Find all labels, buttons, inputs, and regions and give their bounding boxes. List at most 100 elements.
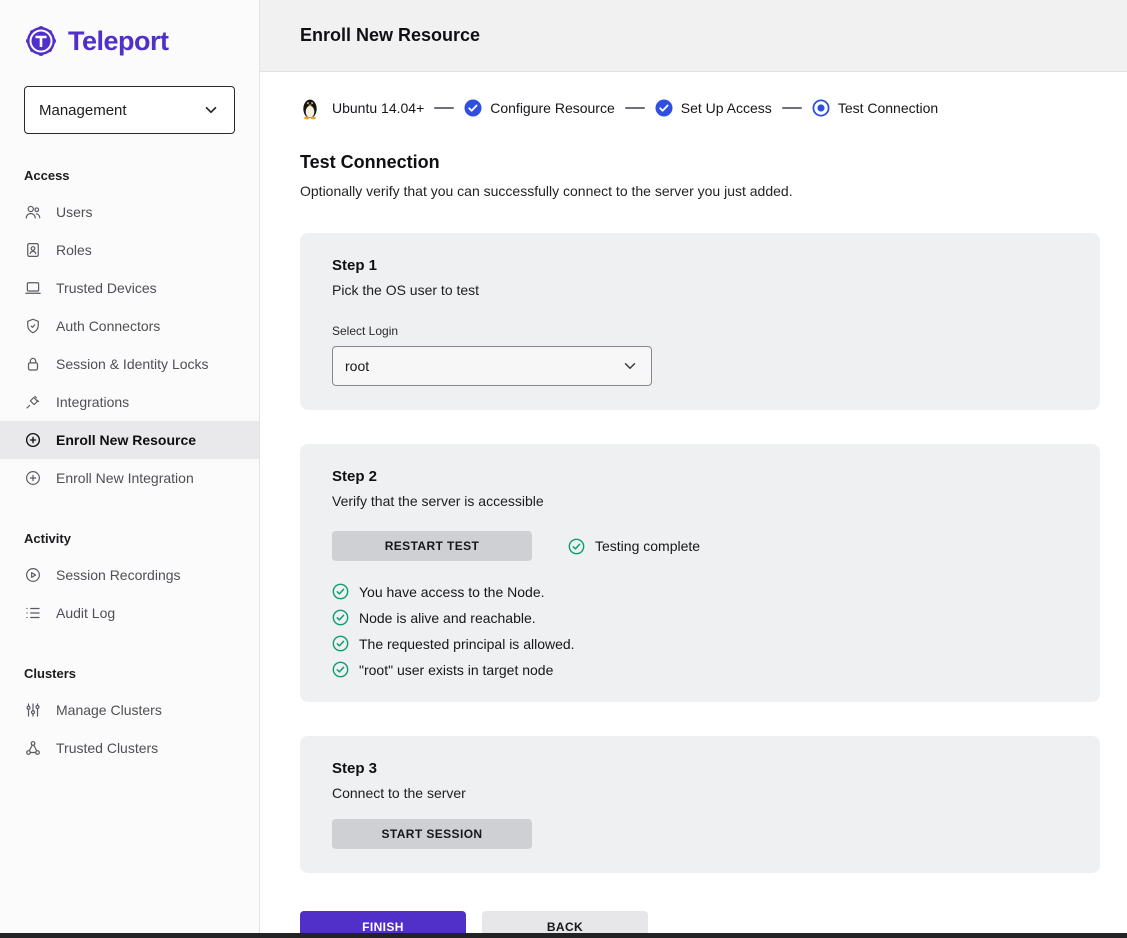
sidebar-item-roles[interactable]: Roles (0, 231, 259, 269)
sidebar-item-label: Session & Identity Locks (56, 356, 209, 372)
restart-test-button[interactable]: RESTART TEST (332, 531, 532, 561)
sidebar-item-manage-clusters[interactable]: Manage Clusters (0, 691, 259, 729)
login-select[interactable]: root (332, 346, 652, 386)
stepper-step-label: Test Connection (838, 100, 938, 116)
sidebar-item-trusted-devices[interactable]: Trusted Devices (0, 269, 259, 307)
bottom-edge-bar (0, 933, 1127, 938)
roles-icon (24, 241, 42, 259)
test-check-item: "root" user exists in target node (332, 661, 1068, 678)
sidebar-item-label: Trusted Clusters (56, 740, 158, 756)
workspace-selector-value: Management (39, 102, 127, 119)
stepper-step-test-connection: Test Connection (812, 99, 938, 117)
success-check-icon (332, 661, 349, 678)
step1-title: Step 1 (332, 257, 1068, 274)
teleport-logo-text: Teleport (68, 26, 169, 57)
success-check-icon (332, 609, 349, 626)
sidebar-item-label: Audit Log (56, 605, 115, 621)
app-window: Teleport Management Access Users Roles T… (0, 0, 1127, 938)
sidebar-section-access: Access (0, 134, 259, 193)
sidebar-item-enroll-new-resource[interactable]: Enroll New Resource (0, 421, 259, 459)
testing-complete-status: Testing complete (568, 538, 700, 555)
enroll-stepper: Ubuntu 14.04+ Configure Resource Set Up … (260, 72, 1127, 126)
test-check-label: Node is alive and reachable. (359, 610, 536, 626)
plug-icon (24, 393, 42, 411)
content-title: Test Connection (300, 152, 1087, 173)
step-active-bullseye-icon (812, 99, 830, 117)
page-header: Enroll New Resource (260, 0, 1127, 72)
sidebar-item-auth-connectors[interactable]: Auth Connectors (0, 307, 259, 345)
success-check-icon (332, 583, 349, 600)
lock-icon (24, 355, 42, 373)
users-icon (24, 203, 42, 221)
chevron-down-icon (621, 357, 639, 375)
stepper-resource-label: Ubuntu 14.04+ (332, 100, 424, 116)
step1-description: Pick the OS user to test (332, 282, 1068, 298)
login-select-value: root (345, 358, 369, 374)
sidebar-section-clusters: Clusters (0, 632, 259, 691)
step3-card: Step 3 Connect to the server START SESSI… (300, 736, 1100, 873)
sidebar-item-label: Auth Connectors (56, 318, 160, 334)
sidebar-item-label: Roles (56, 242, 92, 258)
chevron-down-icon (202, 101, 220, 119)
success-check-icon (568, 538, 585, 555)
sidebar-item-label: Users (56, 204, 93, 220)
sidebar-item-session-recordings[interactable]: Session Recordings (0, 556, 259, 594)
stepper-step-set-up-access: Set Up Access (655, 99, 772, 117)
test-check-list: You have access to the Node. Node is ali… (332, 583, 1068, 678)
sidebar-item-integrations[interactable]: Integrations (0, 383, 259, 421)
laptop-icon (24, 279, 42, 297)
test-connection-content: Test Connection Optionally verify that y… (260, 126, 1127, 938)
sidebar-item-label: Enroll New Integration (56, 470, 194, 486)
test-check-label: You have access to the Node. (359, 584, 545, 600)
stepper-connector (625, 107, 645, 109)
stepper-connector (782, 107, 802, 109)
sidebar-item-audit-log[interactable]: Audit Log (0, 594, 259, 632)
sidebar: Teleport Management Access Users Roles T… (0, 0, 260, 938)
step1-card: Step 1 Pick the OS user to test Select L… (300, 233, 1100, 410)
test-check-label: The requested principal is allowed. (359, 636, 575, 652)
sidebar-item-label: Manage Clusters (56, 702, 162, 718)
sidebar-section-activity: Activity (0, 497, 259, 556)
stepper-step-label: Configure Resource (490, 100, 615, 116)
stepper-step-label: Set Up Access (681, 100, 772, 116)
test-check-label: "root" user exists in target node (359, 662, 553, 678)
teleport-logo-icon (24, 24, 58, 58)
play-circle-icon (24, 566, 42, 584)
page-title: Enroll New Resource (300, 25, 480, 46)
test-check-item: Node is alive and reachable. (332, 609, 1068, 626)
step-done-check-icon (655, 99, 673, 117)
shield-icon (24, 317, 42, 335)
step3-title: Step 3 (332, 760, 1068, 777)
step2-card: Step 2 Verify that the server is accessi… (300, 444, 1100, 702)
step2-title: Step 2 (332, 468, 1068, 485)
start-session-button[interactable]: START SESSION (332, 819, 532, 849)
select-login-label: Select Login (332, 324, 1068, 338)
workspace-selector[interactable]: Management (24, 86, 235, 134)
sidebar-item-session-identity-locks[interactable]: Session & Identity Locks (0, 345, 259, 383)
success-check-icon (332, 635, 349, 652)
sidebar-item-label: Integrations (56, 394, 129, 410)
stepper-connector (434, 107, 454, 109)
step2-description: Verify that the server is accessible (332, 493, 1068, 509)
test-check-item: You have access to the Node. (332, 583, 1068, 600)
plus-circle-icon (24, 469, 42, 487)
sidebar-item-label: Session Recordings (56, 567, 181, 583)
sidebar-item-label: Trusted Devices (56, 280, 157, 296)
step-done-check-icon (464, 99, 482, 117)
sidebar-item-users[interactable]: Users (0, 193, 259, 231)
sidebar-item-trusted-clusters[interactable]: Trusted Clusters (0, 729, 259, 767)
stepper-step-configure-resource: Configure Resource (464, 99, 615, 117)
list-icon (24, 604, 42, 622)
sidebar-item-enroll-new-integration[interactable]: Enroll New Integration (0, 459, 259, 497)
teleport-logo[interactable]: Teleport (0, 20, 259, 68)
linux-penguin-icon (300, 96, 320, 120)
content-subtitle: Optionally verify that you can successfu… (300, 183, 1087, 199)
main-panel: Enroll New Resource Ubuntu 14.04+ (260, 0, 1127, 938)
sidebar-item-label: Enroll New Resource (56, 432, 196, 448)
plus-circle-icon (24, 431, 42, 449)
sliders-icon (24, 701, 42, 719)
testing-complete-label: Testing complete (595, 538, 700, 554)
network-icon (24, 739, 42, 757)
step3-description: Connect to the server (332, 785, 1068, 801)
test-check-item: The requested principal is allowed. (332, 635, 1068, 652)
